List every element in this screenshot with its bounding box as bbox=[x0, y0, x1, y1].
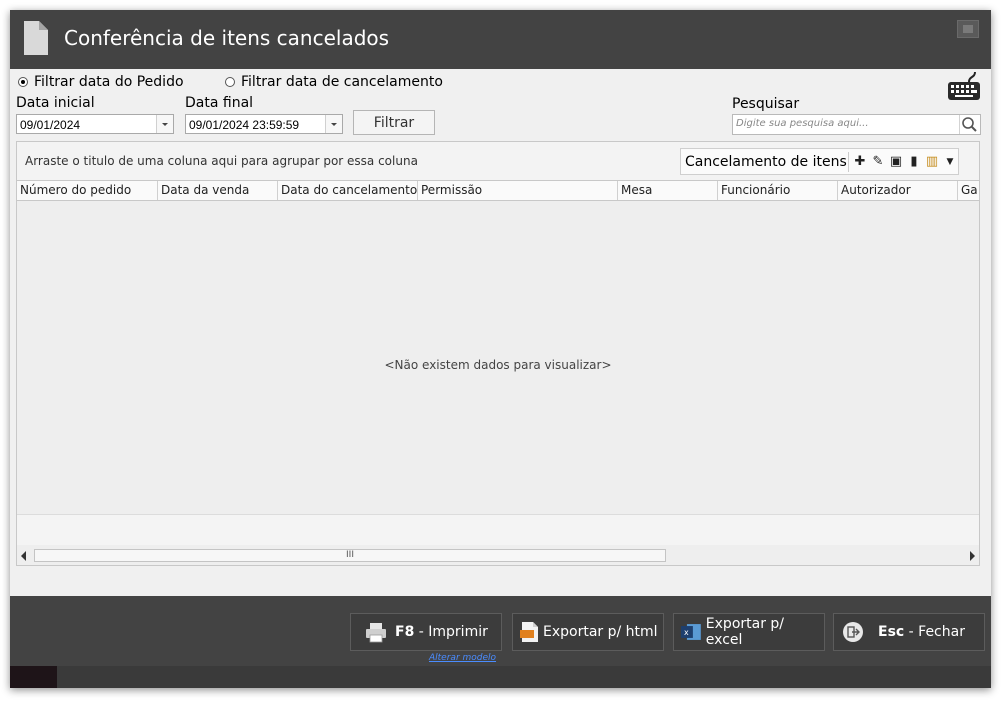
print-label: - Imprimir bbox=[414, 624, 488, 640]
radio-pedido-label: Filtrar data do Pedido bbox=[34, 74, 184, 90]
export-excel-button[interactable]: x Exportar p/ excel bbox=[673, 613, 825, 651]
window-title: Conferência de itens cancelados bbox=[64, 26, 390, 50]
chevron-down-icon[interactable]: ▼ bbox=[941, 153, 959, 171]
radio-filter-cancelamento[interactable]: Filtrar data de cancelamento bbox=[225, 74, 443, 90]
delete-icon[interactable]: ▮ bbox=[905, 153, 923, 171]
layout-actions: ✚ ✎ ▣ ▮ ▥ ▼ bbox=[848, 152, 959, 172]
bottom-action-bar: F8 - Imprimir Exportar p/ html x Exporta… bbox=[10, 596, 991, 666]
horizontal-scrollbar[interactable]: III bbox=[17, 548, 979, 565]
chevron-down-icon[interactable] bbox=[156, 115, 173, 133]
print-shortcut: F8 bbox=[395, 624, 415, 640]
data-final-value: 09/01/2024 23:59:59 bbox=[189, 118, 300, 132]
grid-footer bbox=[17, 514, 979, 545]
column-header[interactable]: Permissão bbox=[418, 181, 618, 200]
data-inicial-label: Data inicial bbox=[16, 95, 95, 111]
pesquisar-label: Pesquisar bbox=[732, 96, 800, 112]
data-inicial-value: 09/01/2024 bbox=[20, 118, 81, 132]
column-header[interactable]: Mesa bbox=[618, 181, 718, 200]
group-hint: Arraste o titulo de uma coluna aqui para… bbox=[25, 154, 418, 168]
dialog-window: Conferência de itens cancelados Filtrar … bbox=[10, 10, 991, 688]
data-inicial-field[interactable]: 09/01/2024 bbox=[16, 114, 174, 134]
export-html-label: Exportar p/ html bbox=[543, 624, 658, 640]
save-icon[interactable]: ▣ bbox=[887, 153, 905, 171]
title-bar: Conferência de itens cancelados bbox=[10, 10, 991, 69]
filtrar-button[interactable]: Filtrar bbox=[353, 110, 435, 135]
column-header[interactable]: Data da venda bbox=[158, 181, 278, 200]
radio-cancelamento-label: Filtrar data de cancelamento bbox=[241, 74, 443, 90]
group-panel: Arraste o titulo de uma coluna aqui para… bbox=[17, 142, 979, 180]
close-button[interactable]: Esc - Fechar bbox=[833, 613, 985, 651]
column-header[interactable]: Número do pedido bbox=[17, 181, 158, 200]
radio-unchecked-icon bbox=[225, 77, 235, 87]
chevron-down-icon[interactable] bbox=[325, 115, 342, 133]
close-shortcut: Esc bbox=[878, 624, 905, 640]
print-button[interactable]: F8 - Imprimir bbox=[350, 613, 502, 651]
layout-toolbar: Cancelamento de itens I ✚ ✎ ▣ ▮ ▥ ▼ bbox=[680, 148, 959, 175]
status-bar bbox=[10, 666, 991, 688]
status-indicator bbox=[10, 666, 57, 688]
grid-header: Número do pedido Data da venda Data do c… bbox=[17, 180, 979, 201]
keyboard-icon[interactable] bbox=[947, 70, 981, 102]
data-grid: Arraste o titulo de uma coluna aqui para… bbox=[16, 141, 980, 566]
export-excel-label: Exportar p/ excel bbox=[705, 616, 785, 648]
export-html-button[interactable]: Exportar p/ html bbox=[512, 613, 664, 651]
column-header[interactable]: Ga bbox=[958, 181, 979, 200]
exit-icon bbox=[843, 622, 863, 642]
close-label: - Fechar bbox=[904, 624, 965, 640]
data-final-label: Data final bbox=[185, 95, 254, 111]
html-file-icon bbox=[520, 622, 538, 642]
scroll-thumb[interactable]: III bbox=[34, 549, 666, 562]
empty-message: <Não existem dados para visualizar> bbox=[384, 358, 612, 372]
search-placeholder: Digite sua pesquisa aqui... bbox=[736, 118, 869, 129]
data-final-field[interactable]: 09/01/2024 23:59:59 bbox=[185, 114, 343, 134]
search-icon[interactable] bbox=[959, 115, 980, 134]
add-icon[interactable]: ✚ bbox=[851, 153, 869, 171]
scroll-left-icon[interactable] bbox=[21, 551, 26, 561]
column-header[interactable]: Data do cancelamento bbox=[278, 181, 418, 200]
scroll-right-icon[interactable] bbox=[970, 551, 975, 561]
columns-icon[interactable]: ▥ bbox=[923, 153, 941, 171]
excel-icon: x bbox=[680, 624, 701, 640]
radio-filter-pedido[interactable]: Filtrar data do Pedido bbox=[18, 74, 184, 90]
maximize-button[interactable] bbox=[957, 20, 979, 38]
column-header[interactable]: Autorizador bbox=[838, 181, 958, 200]
svg-text:x: x bbox=[684, 628, 689, 637]
search-field[interactable]: Digite sua pesquisa aqui... bbox=[732, 114, 981, 135]
radio-checked-icon bbox=[18, 77, 28, 87]
printer-icon bbox=[366, 623, 386, 643]
edit-icon[interactable]: ✎ bbox=[869, 153, 887, 171]
document-icon bbox=[24, 21, 48, 55]
layout-name[interactable]: Cancelamento de itens I bbox=[685, 154, 847, 170]
alterar-modelo-link[interactable]: Alterar modelo bbox=[429, 653, 496, 663]
column-header[interactable]: Funcionário bbox=[718, 181, 838, 200]
